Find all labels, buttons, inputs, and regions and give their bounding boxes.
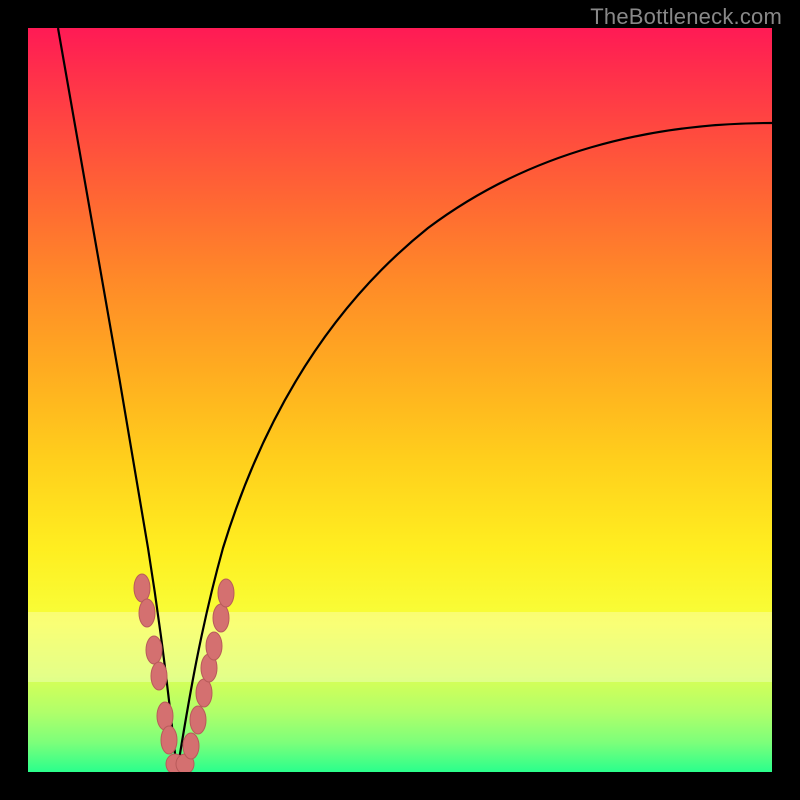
plot-area bbox=[28, 28, 772, 772]
marker-icon bbox=[218, 579, 234, 607]
marker-icon bbox=[183, 733, 199, 759]
marker-icon bbox=[139, 599, 155, 627]
curves-layer bbox=[28, 28, 772, 772]
curve-right-branch bbox=[177, 123, 772, 772]
marker-icon bbox=[146, 636, 162, 664]
marker-icon bbox=[134, 574, 150, 602]
marker-icon bbox=[161, 726, 177, 754]
curve-markers bbox=[134, 574, 234, 772]
marker-icon bbox=[151, 662, 167, 690]
marker-icon bbox=[190, 706, 206, 734]
marker-icon bbox=[196, 679, 212, 707]
watermark-text: TheBottleneck.com bbox=[590, 4, 782, 30]
chart-frame: TheBottleneck.com bbox=[0, 0, 800, 800]
marker-icon bbox=[213, 604, 229, 632]
marker-icon bbox=[206, 632, 222, 660]
